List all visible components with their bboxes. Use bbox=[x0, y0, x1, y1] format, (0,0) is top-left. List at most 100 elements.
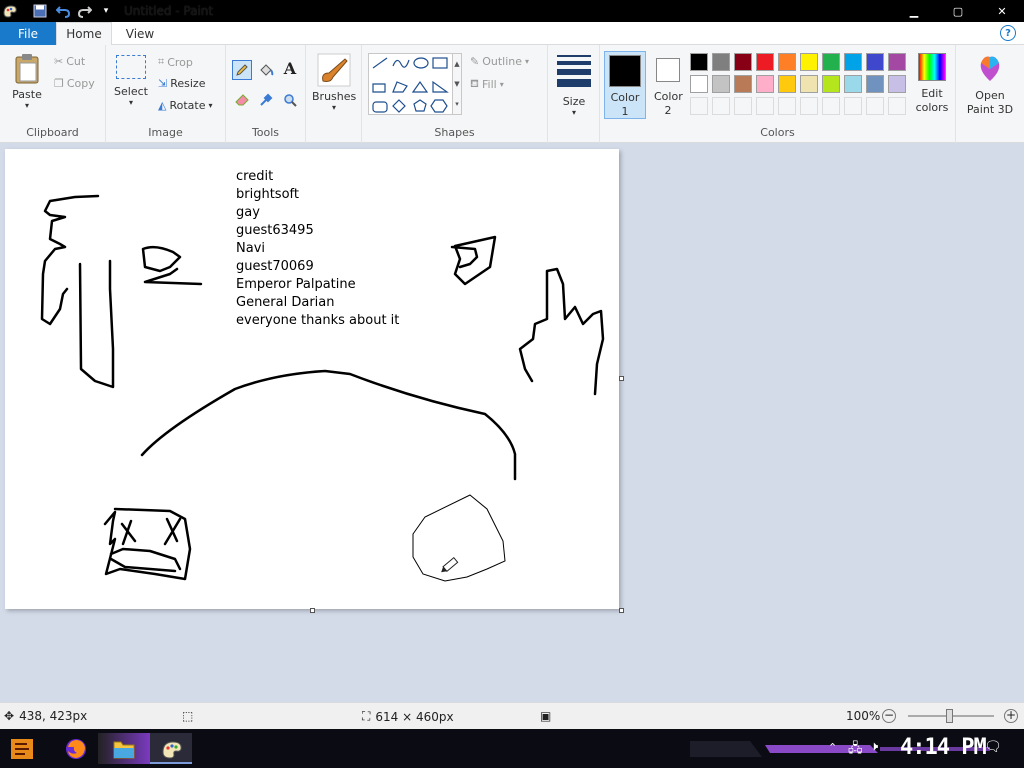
taskbar-firefox[interactable] bbox=[62, 735, 90, 763]
start-button[interactable] bbox=[8, 735, 36, 763]
palette-swatch[interactable] bbox=[844, 75, 862, 93]
resize-handle-bottom[interactable] bbox=[310, 608, 315, 613]
minus-icon: − bbox=[883, 708, 895, 722]
color2-button[interactable]: Color 2 bbox=[650, 51, 686, 119]
notifications-icon[interactable]: 🗨 bbox=[984, 739, 1002, 755]
volume-icon[interactable]: 🕨 bbox=[870, 739, 878, 754]
size-button[interactable]: Size ▾ bbox=[554, 55, 594, 117]
resize-handle-right[interactable] bbox=[619, 376, 624, 381]
file-menu-button[interactable]: File bbox=[0, 22, 56, 45]
minimize-button[interactable]: ▁ bbox=[892, 0, 936, 22]
network-icon[interactable]: 🖧 bbox=[848, 739, 863, 761]
palette-swatch[interactable] bbox=[756, 53, 774, 71]
title-bar: ▾ Untitled - Paint ▁ ▢ ✕ bbox=[0, 0, 1024, 22]
text-a-icon: A bbox=[283, 59, 297, 78]
maximize-button[interactable]: ▢ bbox=[936, 0, 980, 22]
zoom-out-button[interactable]: − bbox=[882, 709, 896, 723]
palette-custom-slot[interactable] bbox=[712, 97, 730, 115]
canvas-credits-text: credit brightsoft gay guest63495 Navi guest70… bbox=[236, 168, 399, 330]
palette-swatch[interactable] bbox=[690, 53, 708, 71]
brushes-button[interactable]: Brushes ▾ bbox=[312, 53, 356, 112]
eraser-tool-button[interactable] bbox=[232, 90, 252, 110]
fill-button[interactable]: ⛾ Fill ▾ bbox=[470, 77, 504, 92]
color-picker-tool-button[interactable] bbox=[256, 90, 276, 110]
redo-icon[interactable] bbox=[77, 3, 93, 19]
edit-colors-label: Edit colors bbox=[915, 87, 949, 114]
menu-bar: File Home View ? bbox=[0, 22, 1024, 45]
tab-view[interactable]: View bbox=[112, 22, 168, 45]
chevron-down-icon: ▾ bbox=[499, 80, 504, 89]
palette-custom-slot[interactable] bbox=[690, 97, 708, 115]
window-title: Untitled - Paint bbox=[124, 4, 214, 18]
palette-swatch[interactable] bbox=[888, 53, 906, 71]
palette-custom-slot[interactable] bbox=[800, 97, 818, 115]
help-icon[interactable]: ? bbox=[1000, 25, 1016, 41]
crop-icon: ⌗ bbox=[158, 55, 165, 68]
text-tool-button[interactable]: A bbox=[280, 59, 300, 79]
crop-label: Crop bbox=[167, 55, 193, 69]
palette-swatch[interactable] bbox=[778, 53, 796, 71]
colors-group: Color 1 Color 2 Edit colors Colors bbox=[600, 45, 956, 143]
shapes-gallery-scroll[interactable]: ▲ ▼ ▾ bbox=[452, 53, 462, 115]
crop-button[interactable]: ⌗ Crop bbox=[158, 55, 193, 69]
resize-button[interactable]: ⇲ Resize bbox=[158, 77, 205, 90]
chevron-down-icon: ▾ bbox=[128, 98, 133, 107]
palette-swatch[interactable] bbox=[844, 53, 862, 71]
palette-swatch[interactable] bbox=[800, 75, 818, 93]
resize-handle-corner[interactable] bbox=[619, 608, 624, 613]
palette-custom-slot[interactable] bbox=[888, 97, 906, 115]
palette-custom-slot[interactable] bbox=[734, 97, 752, 115]
palette-swatch[interactable] bbox=[822, 75, 840, 93]
close-button[interactable]: ✕ bbox=[980, 0, 1024, 22]
edit-colors-button[interactable]: Edit colors bbox=[912, 53, 952, 115]
palette-swatch[interactable] bbox=[712, 75, 730, 93]
copy-button[interactable]: ❐ Copy bbox=[54, 77, 95, 90]
palette-swatch[interactable] bbox=[734, 53, 752, 71]
palette-custom-slot[interactable] bbox=[778, 97, 796, 115]
taskbar-clock[interactable]: 4:14 PM bbox=[900, 735, 987, 760]
palette-swatch[interactable] bbox=[756, 75, 774, 93]
palette-swatch[interactable] bbox=[866, 53, 884, 71]
drawing-canvas[interactable]: credit brightsoft gay guest63495 Navi guest70… bbox=[5, 149, 619, 609]
pencil-tool-button[interactable] bbox=[232, 60, 252, 80]
fill-tool-button[interactable] bbox=[256, 60, 276, 80]
palette-custom-slot[interactable] bbox=[756, 97, 774, 115]
palette-swatch[interactable] bbox=[822, 53, 840, 71]
palette-custom-slot[interactable] bbox=[844, 97, 862, 115]
zoom-in-button[interactable]: + bbox=[1004, 709, 1018, 723]
tab-home[interactable]: Home bbox=[56, 22, 112, 45]
rotate-button[interactable]: ◭ Rotate ▾ bbox=[158, 99, 213, 112]
palette-swatch[interactable] bbox=[888, 75, 906, 93]
save-icon[interactable] bbox=[32, 3, 48, 19]
paint-app-icon[interactable] bbox=[2, 3, 18, 19]
palette-swatch[interactable] bbox=[866, 75, 884, 93]
customize-quick-access-icon[interactable]: ▾ bbox=[98, 3, 114, 19]
canvas-workspace[interactable]: credit brightsoft gay guest63495 Navi guest70… bbox=[0, 144, 1024, 702]
zoom-slider-thumb[interactable] bbox=[946, 709, 953, 723]
outline-button[interactable]: ✎ Outline ▾ bbox=[470, 55, 529, 68]
palette-swatch[interactable] bbox=[734, 75, 752, 93]
show-hidden-icons[interactable]: ⌃ bbox=[828, 741, 837, 754]
eraser-icon bbox=[235, 94, 249, 106]
plus-icon: + bbox=[1005, 708, 1017, 722]
palette-swatch[interactable] bbox=[800, 53, 818, 71]
resize-label: Resize bbox=[170, 77, 206, 90]
palette-custom-slot[interactable] bbox=[866, 97, 884, 115]
paste-button[interactable]: Paste ▾ bbox=[6, 53, 48, 110]
taskbar-file-explorer[interactable] bbox=[110, 735, 138, 763]
shapes-gallery[interactable] bbox=[368, 53, 460, 115]
fill-label: Fill bbox=[482, 78, 497, 91]
magnifier-tool-button[interactable] bbox=[280, 90, 300, 110]
cut-button[interactable]: ✂ Cut bbox=[54, 55, 85, 68]
open-paint3d-button[interactable]: Open Paint 3D bbox=[960, 53, 1020, 117]
select-button[interactable]: Select ▾ bbox=[112, 55, 150, 107]
color1-button[interactable]: Color 1 bbox=[604, 51, 646, 119]
color2-label: Color 2 bbox=[654, 90, 683, 117]
taskbar-paint[interactable] bbox=[158, 735, 186, 763]
palette-swatch[interactable] bbox=[712, 53, 730, 71]
undo-icon[interactable] bbox=[55, 3, 71, 19]
colors-group-label: Colors bbox=[760, 126, 795, 139]
palette-swatch[interactable] bbox=[690, 75, 708, 93]
palette-custom-slot[interactable] bbox=[822, 97, 840, 115]
palette-swatch[interactable] bbox=[778, 75, 796, 93]
